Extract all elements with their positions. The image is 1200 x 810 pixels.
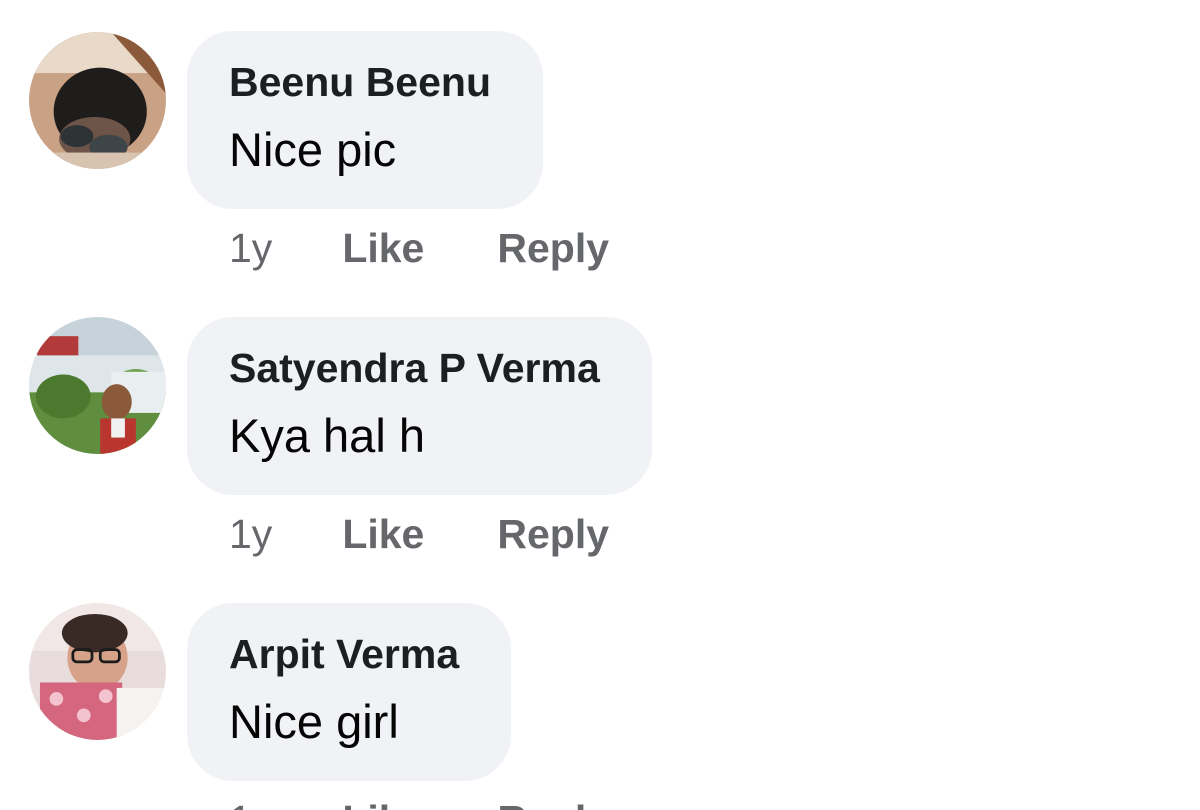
like-button[interactable]: Like [342,511,424,558]
avatar[interactable] [29,32,166,169]
reply-button[interactable]: Reply [497,225,609,272]
comment-text: Nice pic [229,123,397,176]
avatar-photo-1 [29,32,166,169]
avatar[interactable] [29,317,166,454]
comment-timestamp[interactable]: 1y [229,797,272,810]
comment-actions: 1y Like Reply [229,795,609,810]
comment-author[interactable]: Arpit Verma [229,629,459,679]
like-button[interactable]: Like [342,797,424,810]
comment-bubble: Arpit Verma Nice girl [187,603,512,781]
comment-author[interactable]: Satyendra P Verma [229,343,600,393]
reply-button[interactable]: Reply [497,511,609,558]
comment-bubble: Satyendra P Verma Kya hal h [187,317,652,495]
comment-text: Kya hal h [229,409,425,462]
comment-timestamp[interactable]: 1y [229,511,272,558]
comment-author[interactable]: Beenu Beenu [229,57,491,107]
comment-thread: Beenu Beenu Nice pic 1y Like Reply Satye… [0,0,1200,810]
reply-button[interactable]: Reply [497,797,609,810]
comment-text: Nice girl [229,695,399,748]
comment-actions: 1y Like Reply [229,223,609,273]
like-button[interactable]: Like [342,225,424,272]
comment-bubble: Beenu Beenu Nice pic [187,31,543,209]
avatar-photo-2 [29,317,166,454]
comment-actions: 1y Like Reply [229,509,609,559]
comment-timestamp[interactable]: 1y [229,225,272,272]
avatar-photo-3 [29,603,166,740]
avatar[interactable] [29,603,166,740]
